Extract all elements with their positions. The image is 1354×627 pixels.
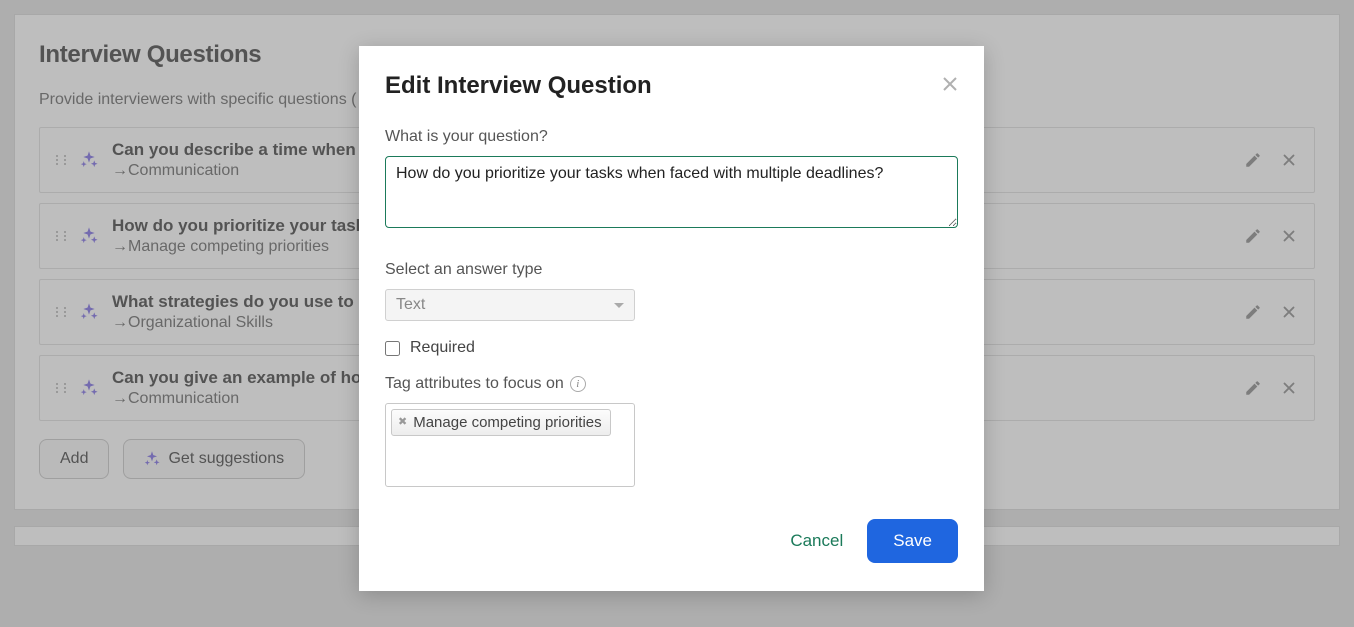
tag-chip: ✖ Manage competing priorities	[391, 409, 611, 436]
info-icon[interactable]: i	[570, 376, 586, 392]
required-checkbox[interactable]	[385, 341, 400, 356]
tag-attributes-label: Tag attributes to focus on	[385, 375, 564, 393]
close-icon[interactable]	[942, 76, 958, 92]
question-input[interactable]	[385, 156, 958, 228]
edit-question-modal: Edit Interview Question What is your que…	[359, 46, 984, 591]
save-button[interactable]: Save	[867, 519, 958, 563]
tags-input[interactable]: ✖ Manage competing priorities	[385, 403, 635, 487]
required-label: Required	[410, 339, 475, 357]
modal-title: Edit Interview Question	[385, 72, 652, 100]
chevron-down-icon	[614, 303, 624, 308]
tag-remove-icon[interactable]: ✖	[398, 417, 407, 428]
answer-type-value: Text	[396, 296, 425, 314]
tag-chip-label: Manage competing priorities	[413, 414, 601, 431]
answer-type-select[interactable]: Text	[385, 289, 635, 321]
cancel-button[interactable]: Cancel	[790, 531, 843, 551]
question-label: What is your question?	[385, 128, 958, 146]
answer-type-label: Select an answer type	[385, 261, 958, 279]
